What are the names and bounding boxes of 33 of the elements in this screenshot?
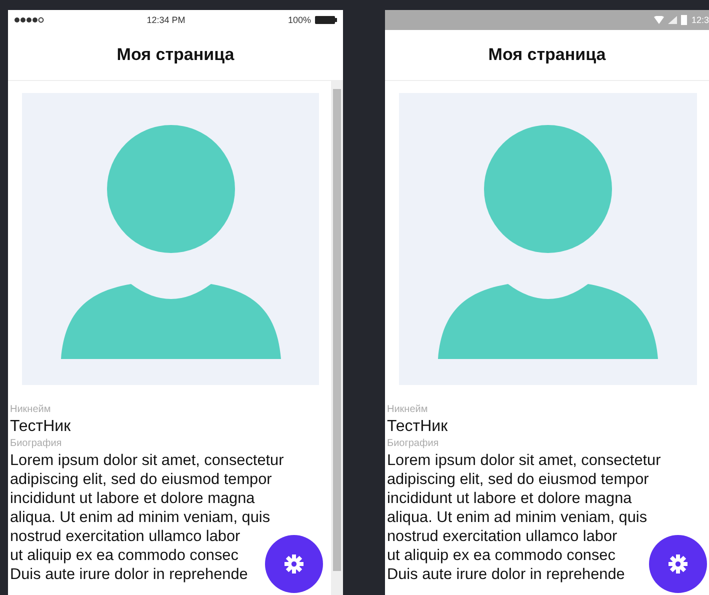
settings-icon: [668, 554, 688, 574]
signal-icon: [14, 17, 44, 23]
battery-icon: [315, 16, 337, 24]
bio-text-line: nostrud exercitation ullamco labor: [10, 527, 240, 546]
page-title: Моя страница: [385, 30, 709, 81]
scrollbar[interactable]: [331, 81, 343, 595]
battery-percent: 100%: [288, 15, 311, 25]
bio-text-line: ut aliquip ex ea commodo consec: [10, 546, 238, 565]
bio-text-line: incididunt ut labore et dolore magna: [10, 489, 255, 508]
bio-text-line: incididunt ut labore et dolore magna: [387, 489, 632, 508]
bio-text-line: Lorem ipsum dolor sit amet, consectetur: [10, 451, 284, 470]
bio-text-line: aliqua. Ut enim ad minim veniam, quis: [10, 508, 270, 527]
bio-text-line: ut aliquip ex ea commodo consec: [387, 546, 616, 565]
bio-text-line: adipiscing elit, sed do eiusmod tempor: [10, 470, 272, 489]
nickname-value: ТестНик: [387, 417, 448, 437]
signal-icon: [668, 16, 678, 24]
bio-text-line: Duis aute irure dolor in reprehende: [10, 565, 248, 584]
bio-text-line: Lorem ipsum dolor sit amet, consectetur: [387, 451, 661, 470]
bio-text-line: Duis aute irure dolor in reprehende: [387, 565, 625, 584]
field-label: Биография: [387, 437, 439, 451]
field-label: Биография: [10, 437, 62, 451]
battery-icon: [681, 15, 688, 25]
field-label: Никнейм: [10, 403, 51, 417]
field-label: Никнейм: [387, 403, 428, 417]
page-title: Моя страница: [8, 30, 343, 81]
status-time: 12:34 PM: [146, 15, 186, 25]
bio-text-line: nostrud exercitation ullamco labor: [387, 527, 618, 546]
nickname-value: ТестНик: [10, 417, 71, 437]
bio-text-line: adipiscing elit, sed do eiusmod tempor: [387, 470, 649, 489]
status-time: 12:3: [691, 15, 709, 25]
settings-icon: [284, 554, 304, 574]
wifi-icon: [654, 16, 664, 24]
bio-text-line: aliqua. Ut enim ad minim veniam, quis: [387, 508, 648, 527]
